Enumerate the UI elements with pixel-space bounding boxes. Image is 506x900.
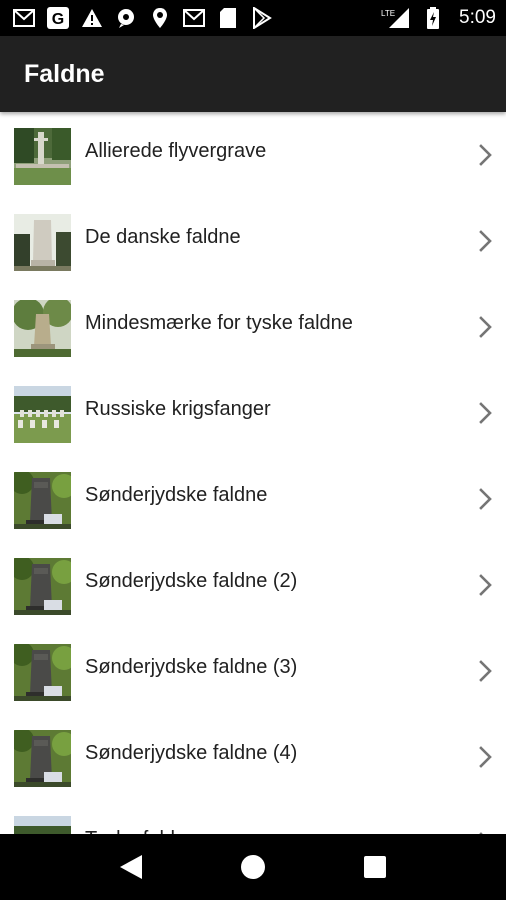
thumbnail-image <box>14 558 71 615</box>
thumbnail-image <box>14 730 71 787</box>
thumbnail-image <box>14 300 71 357</box>
list-item-label: Sønderjydske faldne (3) <box>85 656 298 678</box>
clock: 5:09 <box>459 7 496 28</box>
chevron-right-icon <box>478 745 494 769</box>
list-item[interactable]: Sønderjydske faldne (3) <box>0 628 506 714</box>
recents-icon[interactable] <box>351 843 399 891</box>
page-title: Faldne <box>24 59 105 88</box>
location-icon <box>148 6 172 30</box>
list-item[interactable]: Sønderjydske faldne (4) <box>0 714 506 800</box>
back-icon[interactable] <box>107 843 155 891</box>
thumbnail-image <box>14 128 71 185</box>
network-type-label: LTE <box>381 9 395 18</box>
list-item-label: Sønderjydske faldne (4) <box>85 742 298 764</box>
chevron-right-icon <box>478 229 494 253</box>
list-item-label: Mindesmærke for tyske faldne <box>85 312 353 334</box>
thumbnail-image <box>14 644 71 701</box>
list-item[interactable]: Russiske krigsfanger <box>0 370 506 456</box>
list-item[interactable]: De danske faldne <box>0 198 506 284</box>
list-item-label: Russiske krigsfanger <box>85 398 271 420</box>
app-bar: Faldne <box>0 36 506 112</box>
memorial-list[interactable]: Allierede flyvergrave De danske faldne Min… <box>0 112 506 834</box>
list-item[interactable]: Allierede flyvergrave <box>0 112 506 198</box>
thumbnail-image <box>14 386 71 443</box>
list-item[interactable]: Sønderjydske faldne (2) <box>0 542 506 628</box>
battery-charging-icon <box>421 6 445 30</box>
sd-card-icon <box>216 6 240 30</box>
list-item-label: De danske faldne <box>85 226 241 248</box>
play-store-icon <box>250 6 274 30</box>
status-bar: G LTE 5:09 <box>0 0 506 36</box>
list-item[interactable]: Sønderjydske faldne <box>0 456 506 542</box>
notification-icons: G <box>12 6 274 30</box>
system-icons: LTE 5:09 <box>381 6 496 30</box>
chevron-right-icon <box>478 659 494 683</box>
thumbnail-image <box>14 214 71 271</box>
list-item-label: Sønderjydske faldne <box>85 484 268 506</box>
list-item[interactable]: Mindesmærke for tyske faldne <box>0 284 506 370</box>
chevron-right-icon <box>478 401 494 425</box>
list-item-label: Sønderjydske faldne (2) <box>85 570 298 592</box>
gmail-icon <box>182 6 206 30</box>
list-item-label: Allierede flyvergrave <box>85 140 267 162</box>
svg-text:G: G <box>52 11 64 28</box>
warning-icon <box>80 6 104 30</box>
chevron-right-icon <box>478 315 494 339</box>
chevron-right-icon <box>478 487 494 511</box>
gmail-icon <box>12 6 36 30</box>
chevron-right-icon <box>478 573 494 597</box>
thumbnail-image <box>14 816 71 834</box>
navigation-bar <box>0 834 506 900</box>
google-icon: G <box>46 6 70 30</box>
home-icon[interactable] <box>229 843 277 891</box>
signal-icon: LTE <box>381 6 411 30</box>
chevron-right-icon <box>478 143 494 167</box>
maps-icon <box>114 6 138 30</box>
list-item[interactable]: Tyske faldne <box>0 800 506 834</box>
thumbnail-image <box>14 472 71 529</box>
